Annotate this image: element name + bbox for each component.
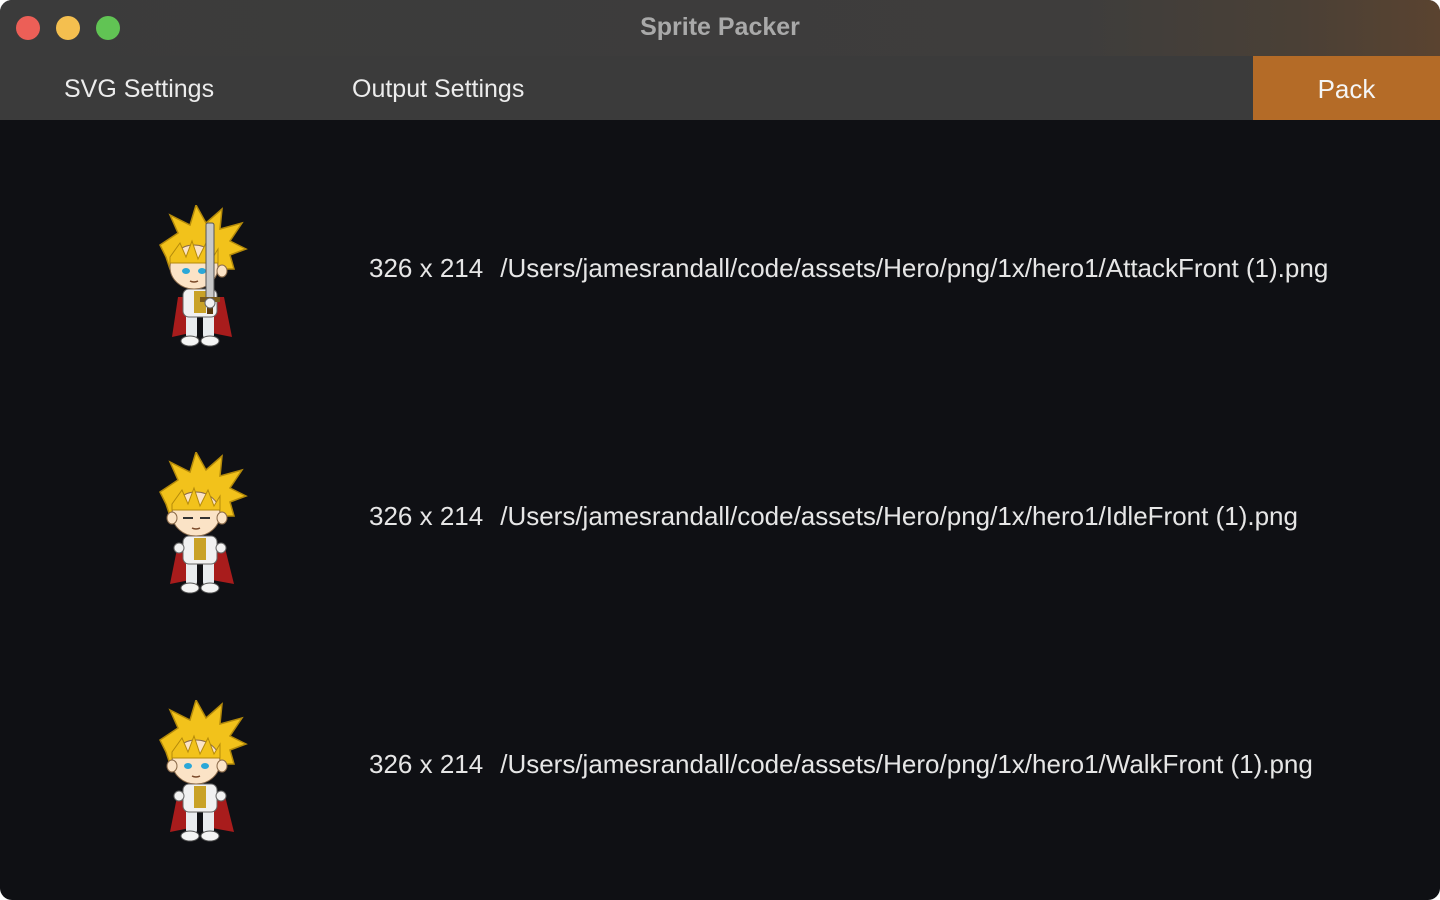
- sprite-path: /Users/jamesrandall/code/assets/Hero/png…: [500, 749, 1313, 779]
- tab-output-settings[interactable]: Output Settings: [352, 56, 524, 120]
- window-title: Sprite Packer: [640, 13, 800, 41]
- tab-svg-settings[interactable]: SVG Settings: [64, 56, 214, 120]
- hero-walk-sprite: [159, 700, 248, 842]
- sprite-row[interactable]: 326 x 214/Users/jamesrandall/code/assets…: [0, 368, 1440, 616]
- sprite-info: 326 x 214/Users/jamesrandall/code/assets…: [369, 501, 1298, 532]
- sprite-dimensions: 326 x 214: [369, 253, 484, 283]
- sprite-row[interactable]: 326 x 214/Users/jamesrandall/code/assets…: [0, 616, 1440, 864]
- sprite-row[interactable]: 326 x 214/Users/jamesrandall/code/assets…: [0, 120, 1440, 368]
- sprite-info: 326 x 214/Users/jamesrandall/code/assets…: [369, 749, 1313, 780]
- hero-attack-sprite: [159, 205, 248, 347]
- sprite-dimensions: 326 x 214: [369, 501, 484, 531]
- title-bar[interactable]: Sprite Packer: [0, 0, 1440, 56]
- pack-button[interactable]: Pack: [1253, 56, 1440, 120]
- sprite-list[interactable]: 326 x 214/Users/jamesrandall/code/assets…: [0, 120, 1440, 900]
- sprite-path: /Users/jamesrandall/code/assets/Hero/png…: [500, 253, 1329, 283]
- app-window: Sprite Packer SVG Settings Output Settin…: [0, 0, 1440, 900]
- sprite-info: 326 x 214/Users/jamesrandall/code/assets…: [369, 253, 1328, 284]
- hero-idle-sprite: [159, 452, 248, 594]
- sprite-path: /Users/jamesrandall/code/assets/Hero/png…: [500, 501, 1298, 531]
- sprite-dimensions: 326 x 214: [369, 749, 484, 779]
- toolbar: SVG Settings Output Settings Pack: [0, 56, 1440, 120]
